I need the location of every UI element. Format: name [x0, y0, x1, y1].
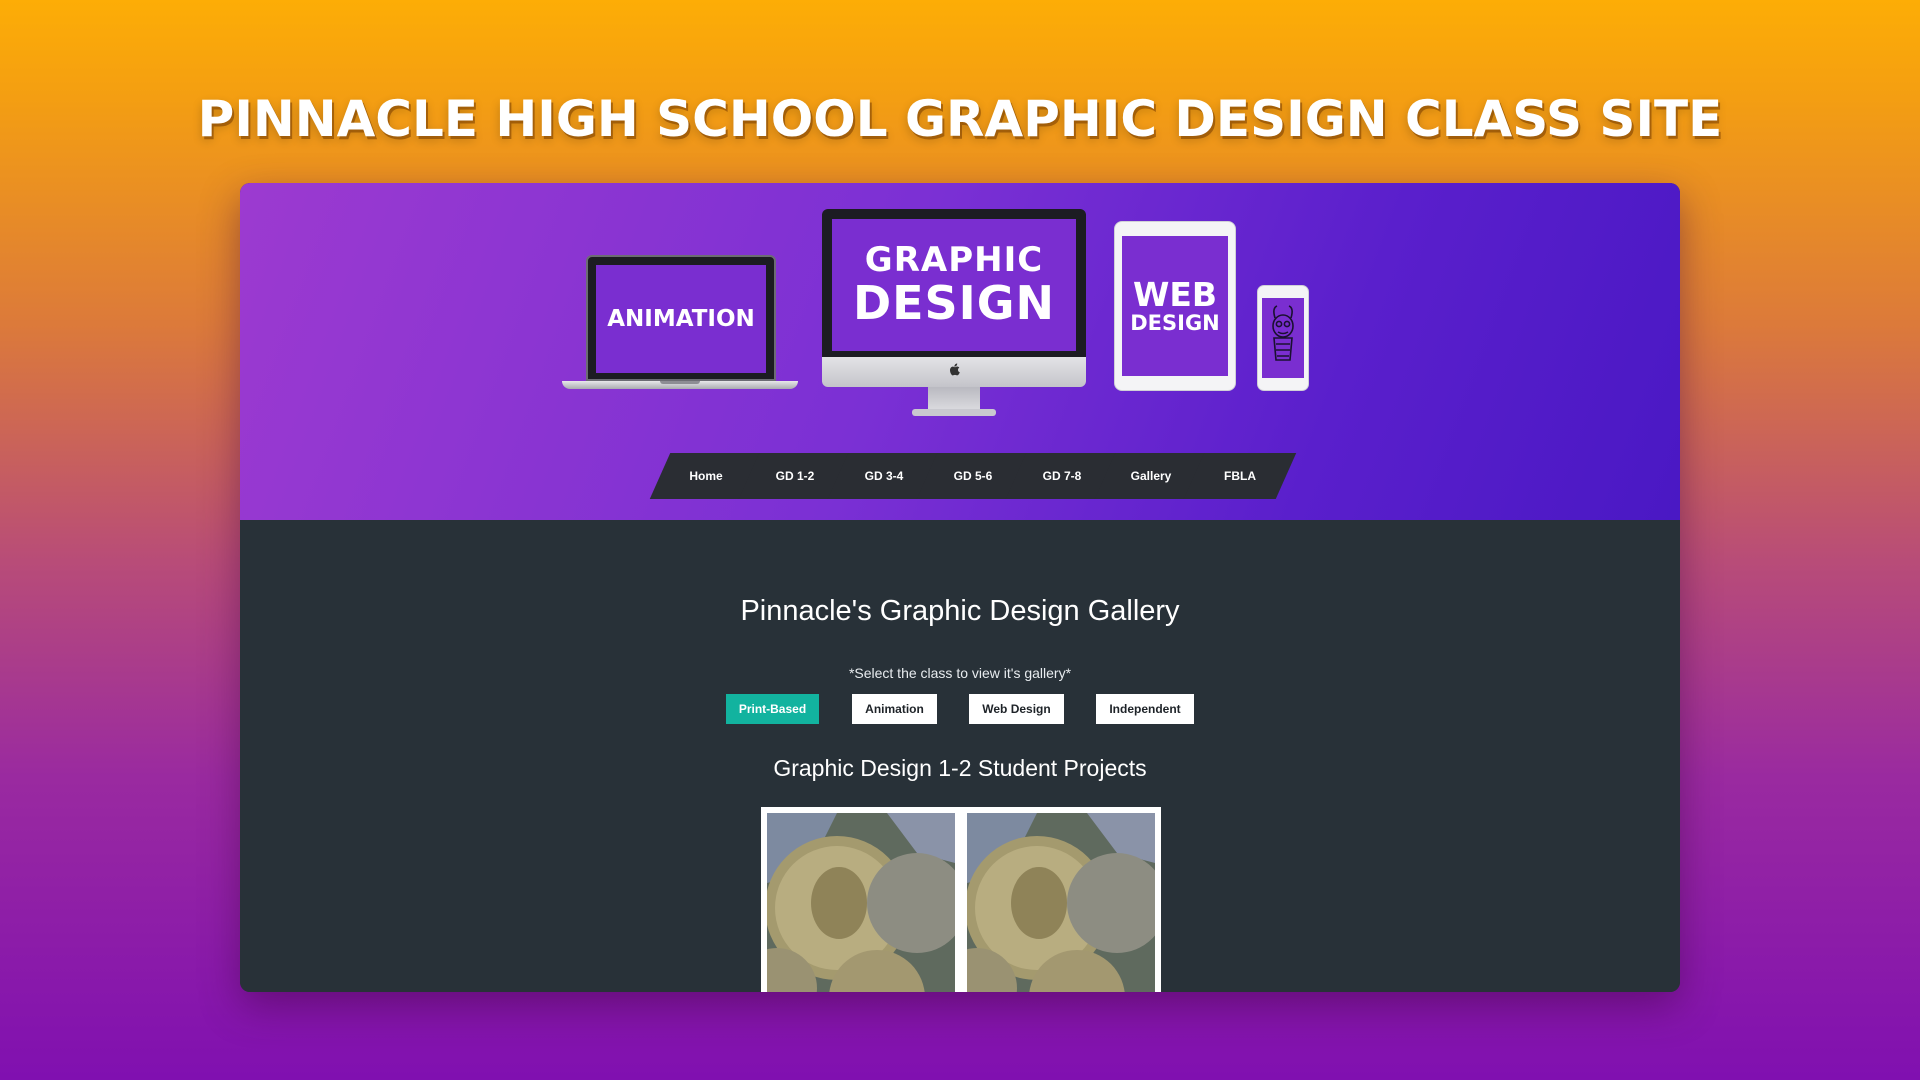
nav-item-label: Gallery	[1130, 469, 1172, 483]
nav-item-fbla[interactable]: FBLA	[1194, 453, 1286, 499]
coins-photo-image	[767, 813, 955, 992]
nav-item-label: GD 1-2	[775, 469, 815, 483]
nav-item-gd-1-2[interactable]: GD 1-2	[749, 453, 841, 499]
imac-label-line2: DESIGN	[852, 275, 1056, 330]
imac-display: GRAPHIC DESIGN	[832, 219, 1076, 351]
projects-title: Graphic Design 1-2 Student Projects	[773, 755, 1147, 781]
nav-item-gd-5-6[interactable]: GD 5-6	[927, 453, 1019, 499]
phone-display	[1262, 298, 1304, 378]
filter-independent-button[interactable]: Independent	[1096, 694, 1194, 724]
filter-print-based-button[interactable]: Print-Based	[726, 694, 819, 724]
tablet-label-line1: WEB	[1132, 274, 1218, 314]
imac-foot	[912, 409, 996, 416]
main-nav: Home GD 1-2 GD 3-4 GD 5-6 GD 7-8 Gallery…	[660, 453, 1283, 499]
tablet: WEB DESIGN	[1114, 221, 1236, 391]
tablet-display: WEB DESIGN	[1122, 236, 1228, 376]
filter-web-design-button[interactable]: Web Design	[969, 694, 1064, 724]
laptop-label: ANIMATION	[596, 265, 766, 373]
phone	[1257, 285, 1309, 391]
gallery-hint: *Select the class to view it's gallery*	[848, 665, 1072, 681]
project-thumbnail[interactable]	[767, 813, 955, 992]
imac-label-line1: GRAPHIC	[864, 240, 1044, 280]
nav-item-label: GD 5-6	[953, 469, 993, 483]
gallery-section: Pinnacle's Graphic Design Gallery *Selec…	[240, 520, 1680, 992]
project-thumbnails	[761, 807, 1161, 992]
coins-photo-image	[967, 813, 1155, 992]
filter-animation-button[interactable]: Animation	[852, 694, 937, 724]
nav-item-gd-3-4[interactable]: GD 3-4	[838, 453, 930, 499]
page-title: PINNACLE HIGH SCHOOL GRAPHIC DESIGN CLAS…	[197, 90, 1723, 148]
laptop-notch	[660, 381, 700, 384]
apple-logo-icon	[948, 363, 962, 379]
nav-item-gd-7-8[interactable]: GD 7-8	[1016, 453, 1108, 499]
tablet-label-line2: DESIGN	[1130, 311, 1220, 336]
nav-item-label: GD 3-4	[864, 469, 904, 483]
nav-item-label: Home	[689, 469, 723, 483]
gallery-title: Pinnacle's Graphic Design Gallery	[740, 595, 1180, 627]
nav-item-label: FBLA	[1224, 469, 1256, 483]
laptop-screen: ANIMATION	[586, 255, 776, 381]
pinnacle-mascot-icon	[1272, 305, 1294, 361]
imac-stand	[928, 387, 980, 411]
nav-item-gallery[interactable]: Gallery	[1105, 453, 1197, 499]
nav-item-home[interactable]: Home	[660, 453, 752, 499]
nav-item-label: GD 7-8	[1042, 469, 1082, 483]
imac-screen: GRAPHIC DESIGN	[822, 209, 1086, 357]
project-thumbnail[interactable]	[967, 813, 1155, 992]
browser-window: ANIMATION GRAPHIC DESIGN WEB DESIGN Home…	[240, 183, 1680, 992]
site-header: ANIMATION GRAPHIC DESIGN WEB DESIGN Home…	[240, 183, 1680, 520]
